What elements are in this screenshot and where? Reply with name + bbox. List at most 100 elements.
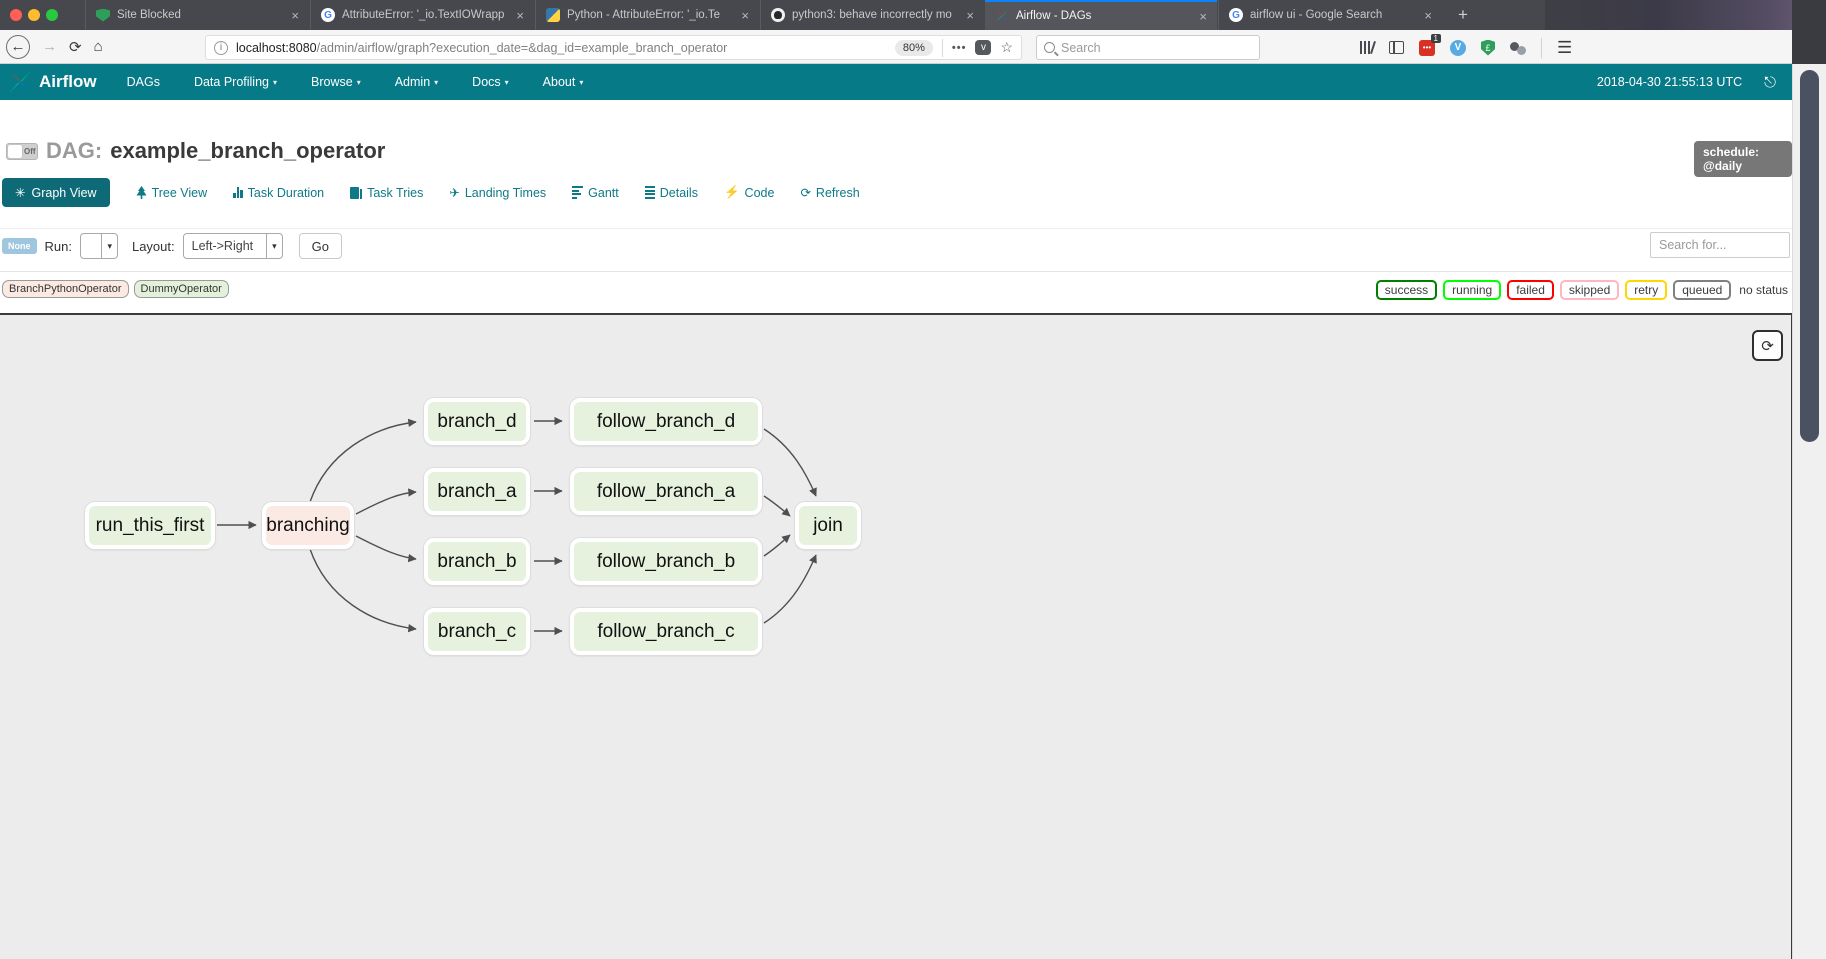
tab-close-icon[interactable]: × [514, 8, 526, 23]
view-switcher-row: ✳ Graph View Tree View Task Duration Tas… [2, 178, 860, 207]
task-search-input[interactable] [1650, 232, 1790, 258]
run-select[interactable]: ▾ [80, 233, 118, 259]
layout-label: Layout: [132, 239, 175, 254]
macos-fullscreen-button[interactable] [46, 9, 58, 21]
task-node-branch-d[interactable]: branch_d [424, 398, 530, 445]
tab-title: AttributeError: '_io.TextIOWrapp [342, 9, 507, 21]
layout-select[interactable]: Left->Right ▾ [183, 233, 283, 259]
bolt-icon: ⚡ [724, 185, 740, 200]
tab-python-attributeerror[interactable]: Python - AttributeError: '_io.Te × [535, 0, 759, 30]
sidebar-icon[interactable] [1389, 41, 1404, 54]
tab-attributeerror-search[interactable]: G AttributeError: '_io.TextIOWrapp × [310, 0, 534, 30]
code-button[interactable]: ⚡ Code [724, 185, 774, 200]
tab-title: Python - AttributeError: '_io.Te [567, 9, 732, 21]
task-node-branch-a[interactable]: branch_a [424, 468, 530, 515]
page-actions-icon[interactable]: ••• [952, 42, 967, 54]
plane-icon: ✈ [449, 185, 459, 200]
task-node-join[interactable]: join [795, 502, 861, 549]
operator-legend: BranchPythonOperator DummyOperator [2, 280, 229, 298]
reload-button[interactable]: ⟳ [69, 38, 82, 56]
dag-pause-toggle[interactable]: Off [6, 143, 38, 160]
airflow-logo-icon [7, 69, 33, 95]
airflow-page: Off DAG: example_branch_operator schedul… [0, 100, 1792, 959]
task-node-run-this-first[interactable]: run_this_first [85, 502, 215, 549]
extension-badge: 1 [1431, 34, 1441, 43]
nav-item-browse[interactable]: Browse▾ [311, 75, 361, 89]
tab-site-blocked[interactable]: Site Blocked × [85, 0, 309, 30]
back-button[interactable]: ← [6, 35, 30, 59]
legend-dummyoperator: DummyOperator [134, 280, 229, 298]
airflow-brand[interactable]: Airflow [7, 69, 97, 95]
ghostery-extension-icon[interactable] [1510, 40, 1526, 56]
brand-label: Airflow [39, 72, 97, 92]
task-node-branch-b[interactable]: branch_b [424, 538, 530, 585]
tab-title: Site Blocked [117, 9, 282, 21]
site-info-icon[interactable]: i [214, 41, 228, 55]
graph-view-icon: ✳ [15, 185, 25, 200]
gantt-button[interactable]: Gantt [572, 186, 619, 200]
forward-button[interactable]: → [42, 38, 57, 55]
refresh-icon: ⟳ [1761, 337, 1774, 355]
tab-close-icon[interactable]: × [739, 8, 751, 23]
task-node-branching[interactable]: branching [262, 502, 354, 549]
shield-favicon-icon [96, 9, 110, 22]
menu-hamburger-icon[interactable]: ☰ [1557, 38, 1572, 58]
toggle-label: Off [24, 147, 36, 156]
tab-close-icon[interactable]: × [964, 8, 976, 23]
browser-search-field[interactable] [1036, 35, 1260, 60]
dag-graph-canvas[interactable]: run_this_first branching branch_d follow… [0, 313, 1793, 959]
graph-refresh-button[interactable]: ⟳ [1752, 330, 1783, 361]
task-node-follow-branch-a[interactable]: follow_branch_a [570, 468, 762, 515]
go-button[interactable]: Go [299, 233, 342, 259]
details-button[interactable]: Details [645, 186, 698, 200]
status-retry: retry [1625, 280, 1667, 300]
tab-github-behave[interactable]: python3: behave incorrectly mo × [760, 0, 984, 30]
scrollbar-thumb[interactable] [1800, 70, 1819, 442]
schedule-badge: schedule: @daily [1694, 141, 1792, 177]
nav-item-dags[interactable]: DAGs [127, 75, 160, 89]
zoom-level-badge[interactable]: 80% [895, 40, 933, 56]
nav-item-docs[interactable]: Docs▾ [472, 75, 509, 89]
adblock-dots: ••• [1423, 43, 1431, 52]
library-icon[interactable] [1360, 41, 1374, 54]
task-node-branch-c[interactable]: branch_c [424, 608, 530, 655]
shield-extension-icon[interactable]: £ [1481, 40, 1495, 56]
landing-times-button[interactable]: ✈ Landing Times [449, 185, 546, 200]
task-node-follow-branch-b[interactable]: follow_branch_b [570, 538, 762, 585]
divider [942, 39, 943, 57]
github-favicon-icon [771, 8, 785, 22]
logout-icon[interactable]: ⎋ [1764, 74, 1776, 91]
nav-item-admin[interactable]: Admin▾ [395, 75, 438, 89]
tab-airflow-ui-search[interactable]: G airflow ui - Google Search × [1218, 0, 1442, 30]
status-failed: failed [1507, 280, 1554, 300]
task-node-follow-branch-d[interactable]: follow_branch_d [570, 398, 762, 445]
tab-close-icon[interactable]: × [1197, 9, 1209, 24]
nav-item-data-profiling[interactable]: Data Profiling▾ [194, 75, 277, 89]
bookmark-star-icon[interactable]: ☆ [1000, 39, 1013, 56]
search-icon [1044, 42, 1055, 53]
graph-view-button[interactable]: ✳ Graph View [2, 178, 110, 207]
home-button[interactable]: ⌂ [94, 38, 103, 55]
task-node-follow-branch-c[interactable]: follow_branch_c [570, 608, 762, 655]
utc-clock: 2018-04-30 21:55:13 UTC [1597, 75, 1742, 89]
tab-close-icon[interactable]: × [289, 8, 301, 23]
pocket-icon[interactable]: v [975, 40, 991, 55]
task-duration-button[interactable]: Task Duration [233, 186, 324, 200]
run-controls-row: None Run: ▾ Layout: Left->Right ▾ Go [2, 233, 342, 259]
chevron-down-icon: ▾ [505, 78, 509, 87]
macos-minimize-button[interactable] [28, 9, 40, 21]
macos-close-button[interactable] [10, 9, 22, 21]
tab-close-icon[interactable]: × [1422, 8, 1434, 23]
new-tab-button[interactable]: + [1448, 0, 1478, 30]
list-icon [645, 186, 655, 199]
refresh-link-button[interactable]: ⟳ Refresh [800, 185, 859, 200]
url-bar[interactable]: i localhost:8080/admin/airflow/graph?exe… [205, 35, 1022, 60]
adblock-extension-icon[interactable]: ••• 1 [1419, 40, 1435, 56]
tree-view-button[interactable]: Tree View [136, 186, 208, 200]
google-favicon-icon: G [1229, 8, 1243, 22]
search-input[interactable] [1061, 41, 1231, 55]
tab-airflow-dags-active[interactable]: Airflow - DAGs × [985, 0, 1217, 30]
nav-item-about[interactable]: About▾ [543, 75, 584, 89]
task-tries-button[interactable]: Task Tries [350, 186, 423, 200]
blue-extension-icon[interactable]: V [1450, 40, 1466, 56]
